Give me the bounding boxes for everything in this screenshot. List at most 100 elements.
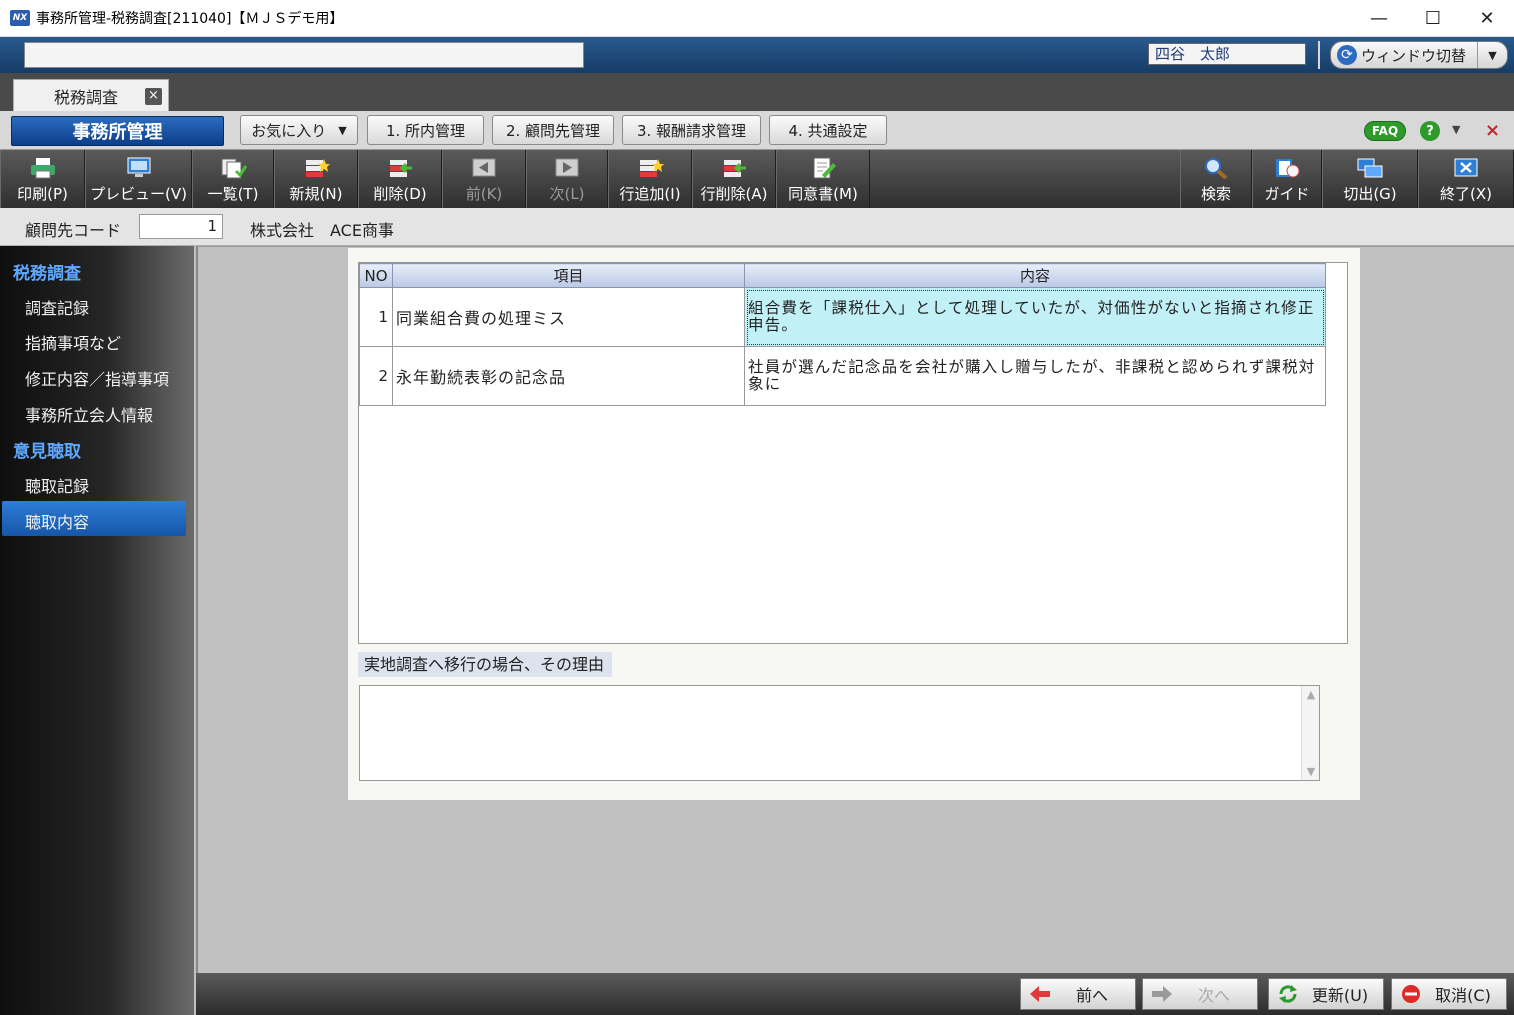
row-no: 2 bbox=[359, 346, 393, 406]
windows-icon bbox=[1356, 157, 1384, 179]
sidebar-item-hearing-record[interactable]: 聴取記録 bbox=[25, 473, 89, 497]
table-row[interactable]: 2 永年勤続表彰の記念品 社員が選んだ記念品を会社が購入し贈与したが、非課税と認… bbox=[359, 346, 1326, 406]
window-switch-button[interactable]: ⟳ ウィンドウ切替 ▼ bbox=[1330, 41, 1508, 69]
preview-label: プレビュー(V) bbox=[90, 185, 187, 203]
hearing-table: NO 項目 内容 1 同業組合費の処理ミス 組合費を「課税仕入」として処理してい… bbox=[359, 263, 1326, 406]
tab-label: 税務調査 bbox=[54, 87, 119, 107]
menu-common-settings[interactable]: 4. 共通設定 bbox=[769, 115, 887, 145]
client-code-row: 顧問先コード 1 株式会社 ACE商事 bbox=[0, 208, 1514, 246]
add-row-icon bbox=[636, 157, 664, 179]
new-button[interactable]: 新規(N) bbox=[274, 150, 358, 208]
sidebar-item-hearing-content[interactable]: 聴取内容 bbox=[25, 509, 89, 533]
help-icon[interactable]: ? bbox=[1420, 121, 1440, 141]
new-label: 新規(N) bbox=[289, 185, 343, 203]
delete-row-label: 行削除(A) bbox=[700, 185, 768, 203]
cancel-label: 取消(C) bbox=[1435, 986, 1491, 1005]
sidebar-item-findings[interactable]: 指摘事項など bbox=[25, 330, 121, 354]
menu-office-management[interactable]: 1. 所内管理 bbox=[367, 115, 484, 145]
toolbar: 印刷(P) プレビュー(V) 一覧(T) 新規(N) 削除(D) 前(K) 次(… bbox=[0, 150, 1514, 208]
sidebar-item-audit-record[interactable]: 調査記録 bbox=[25, 295, 89, 319]
exit-icon bbox=[1452, 157, 1480, 179]
search-button[interactable]: 検索 bbox=[1180, 150, 1252, 208]
next-record-button[interactable]: 次へ bbox=[1142, 978, 1258, 1010]
favorites-dropdown[interactable]: お気に入り ▼ bbox=[240, 115, 358, 145]
switch-button[interactable]: 切出(G) bbox=[1322, 150, 1418, 208]
footer-bar: 前へ 次へ 更新(U) 取消(C) bbox=[196, 973, 1514, 1015]
scroll-up-icon[interactable]: ▲ bbox=[1302, 688, 1320, 701]
delete-row-button[interactable]: 行削除(A) bbox=[692, 150, 776, 208]
title-bar: NX 事務所管理-税務調査[211040]【ＭＪＳデモ用】 — ☐ ✕ bbox=[0, 0, 1514, 37]
document-edit-icon bbox=[809, 157, 837, 179]
exit-label: 終了(X) bbox=[1440, 185, 1492, 203]
system-menu-button[interactable]: 事務所管理 bbox=[11, 116, 224, 146]
consent-label: 同意書(M) bbox=[788, 185, 858, 203]
favorites-label: お気に入り bbox=[251, 121, 327, 140]
guide-button[interactable]: ガイド bbox=[1252, 150, 1322, 208]
sidebar-section-tax-audit: 税務調査 bbox=[13, 264, 81, 284]
sidebar-item-witness-info[interactable]: 事務所立会人情報 bbox=[25, 402, 153, 426]
row-item[interactable]: 永年勤続表彰の記念品 bbox=[392, 346, 745, 406]
scroll-down-icon[interactable]: ▼ bbox=[1302, 765, 1320, 778]
reason-label: 実地調査へ移行の場合、その理由 bbox=[358, 652, 613, 677]
column-header-content: 内容 bbox=[744, 263, 1326, 288]
printer-icon bbox=[29, 157, 57, 179]
help-dropdown-icon[interactable]: ▼ bbox=[1452, 123, 1460, 136]
tab-strip: 税務調査 × bbox=[0, 73, 1514, 111]
sidebar-item-corrections[interactable]: 修正内容／指導事項 bbox=[25, 366, 169, 390]
prev-label: 前(K) bbox=[465, 185, 503, 203]
delete-label: 削除(D) bbox=[373, 185, 427, 203]
list-button[interactable]: 一覧(T) bbox=[192, 150, 274, 208]
close-tab-icon[interactable]: × bbox=[145, 88, 162, 105]
prev-button[interactable]: 前(K) bbox=[442, 150, 526, 208]
reason-textarea[interactable]: ▲ ▼ bbox=[359, 685, 1320, 781]
chevron-down-icon: ▼ bbox=[338, 123, 347, 137]
prev-record-label: 前へ bbox=[1075, 986, 1108, 1005]
row-item[interactable]: 同業組合費の処理ミス bbox=[392, 287, 745, 347]
refresh-icon: ⟳ bbox=[1337, 45, 1357, 65]
column-header-item: 項目 bbox=[392, 263, 745, 288]
menu-row: 事務所管理 お気に入り ▼ 1. 所内管理 2. 顧問先管理 3. 報酬請求管理 … bbox=[0, 111, 1514, 150]
close-icon[interactable]: × bbox=[1485, 120, 1500, 141]
user-name: 四谷 太郎 bbox=[1148, 43, 1306, 65]
delete-row-icon bbox=[720, 157, 748, 179]
menu-client-management[interactable]: 2. 顧問先管理 bbox=[492, 115, 614, 145]
reason-scrollbar[interactable]: ▲ ▼ bbox=[1301, 686, 1319, 780]
cancel-button[interactable]: 取消(C) bbox=[1391, 978, 1507, 1010]
print-button[interactable]: 印刷(P) bbox=[0, 150, 85, 208]
close-window-button[interactable]: ✕ bbox=[1460, 0, 1514, 37]
next-icon bbox=[553, 157, 581, 179]
header-input[interactable] bbox=[24, 42, 584, 68]
print-label: 印刷(P) bbox=[17, 185, 68, 203]
header-separator bbox=[1318, 41, 1320, 69]
preview-button[interactable]: プレビュー(V) bbox=[85, 150, 192, 208]
prev-icon bbox=[470, 157, 498, 179]
faq-button[interactable]: FAQ bbox=[1364, 121, 1406, 141]
new-icon bbox=[302, 157, 330, 179]
delete-button[interactable]: 削除(D) bbox=[358, 150, 442, 208]
add-row-label: 行追加(I) bbox=[619, 185, 681, 203]
chevron-down-icon[interactable]: ▼ bbox=[1477, 42, 1507, 68]
consent-button[interactable]: 同意書(M) bbox=[776, 150, 870, 208]
window-title: 事務所管理-税務調査[211040]【ＭＪＳデモ用】 bbox=[36, 11, 344, 27]
prev-record-button[interactable]: 前へ bbox=[1020, 978, 1136, 1010]
client-code-label: 顧問先コード bbox=[25, 221, 122, 240]
client-code-field[interactable]: 1 bbox=[139, 214, 223, 239]
add-row-button[interactable]: 行追加(I) bbox=[608, 150, 692, 208]
row-content[interactable]: 社員が選んだ記念品を会社が購入し贈与したが、非課税と認められず課税対象に bbox=[744, 346, 1326, 406]
row-content[interactable]: 組合費を「課税仕入」として処理していたが、対価性がないと指摘され修正申告。 bbox=[744, 287, 1326, 347]
column-header-no: NO bbox=[359, 263, 393, 288]
maximize-button[interactable]: ☐ bbox=[1406, 0, 1460, 37]
exit-button[interactable]: 終了(X) bbox=[1418, 150, 1514, 208]
switch-label: 切出(G) bbox=[1343, 185, 1397, 203]
monitor-icon bbox=[125, 157, 153, 179]
tab-tax-audit[interactable]: 税務調査 × bbox=[13, 79, 169, 111]
hearing-grid: NO 項目 内容 1 同業組合費の処理ミス 組合費を「課税仕入」として処理してい… bbox=[358, 262, 1348, 644]
minimize-button[interactable]: — bbox=[1352, 0, 1406, 37]
menu-fee-billing[interactable]: 3. 報酬請求管理 bbox=[622, 115, 761, 145]
search-label: 検索 bbox=[1200, 185, 1231, 203]
update-button[interactable]: 更新(U) bbox=[1268, 978, 1384, 1010]
window-controls: — ☐ ✕ bbox=[1352, 0, 1514, 37]
next-button[interactable]: 次(L) bbox=[526, 150, 608, 208]
list-label: 一覧(T) bbox=[207, 185, 259, 203]
table-row[interactable]: 1 同業組合費の処理ミス 組合費を「課税仕入」として処理していたが、対価性がない… bbox=[359, 287, 1326, 347]
